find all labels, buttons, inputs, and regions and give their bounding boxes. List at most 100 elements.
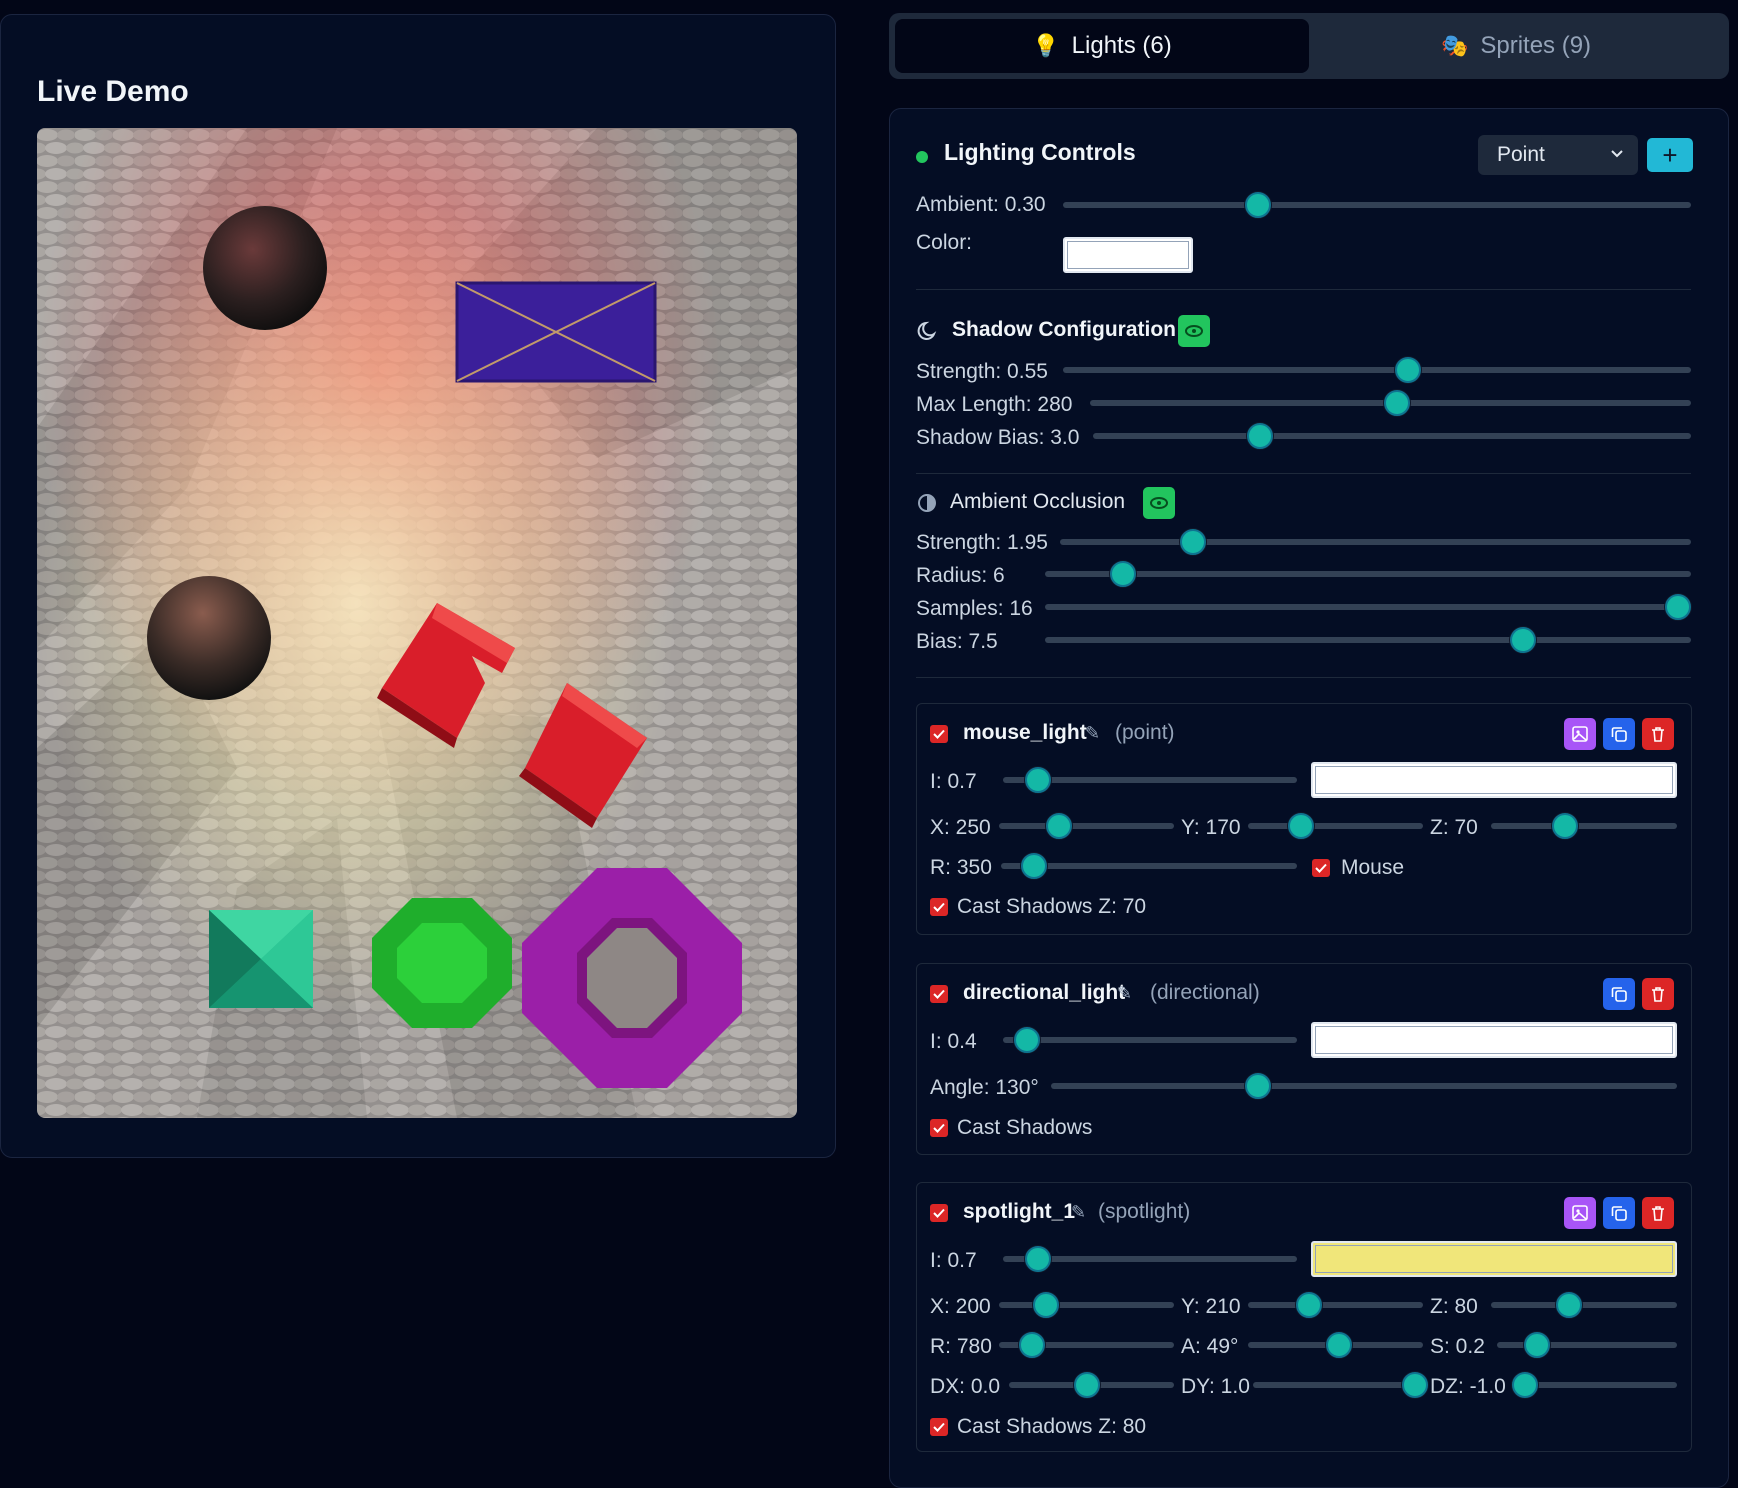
scene-svg	[37, 128, 797, 1118]
mouse-follow-checkbox[interactable]	[1312, 859, 1330, 877]
light-color-picker[interactable]	[1311, 1241, 1677, 1277]
light-enabled-checkbox[interactable]	[930, 985, 948, 1003]
check-icon	[933, 989, 945, 999]
intensity-label: I: 0.4	[930, 1030, 977, 1053]
z-label: Z: 80	[1430, 1295, 1478, 1318]
angle-label: A: 49°	[1181, 1335, 1239, 1358]
z-slider[interactable]	[1491, 1292, 1677, 1318]
sphere-top	[203, 206, 327, 330]
intensity-slider[interactable]	[1003, 1027, 1297, 1053]
delete-button[interactable]	[1642, 1197, 1674, 1229]
angle-slider[interactable]	[1248, 1332, 1423, 1358]
image-button[interactable]	[1564, 1197, 1596, 1229]
z-label: Z: 70	[1430, 816, 1478, 839]
duplicate-button[interactable]	[1603, 1197, 1635, 1229]
light-card-mouse-light: mouse_light ✎ (point) I: 0.7 X: 250 Y: 1…	[916, 703, 1692, 935]
add-light-button[interactable]: +	[1647, 138, 1693, 172]
ao-toggle-button[interactable]	[1143, 487, 1175, 519]
lightbulb-icon: 💡	[1032, 33, 1060, 58]
softness-slider[interactable]	[1497, 1332, 1677, 1358]
dx-slider[interactable]	[1009, 1372, 1174, 1398]
light-color-picker[interactable]	[1311, 762, 1677, 798]
cast-shadows-label: Cast Shadows Z: 70	[957, 895, 1147, 918]
duplicate-button[interactable]	[1603, 718, 1635, 750]
z-slider[interactable]	[1491, 813, 1677, 839]
sphere-left	[147, 576, 271, 700]
copy-icon	[1611, 1206, 1627, 1221]
pencil-icon[interactable]: ✎	[1117, 983, 1132, 1004]
eye-icon	[1185, 325, 1203, 337]
delete-button[interactable]	[1642, 718, 1674, 750]
check-icon	[1315, 863, 1327, 873]
light-type-select[interactable]: Point	[1478, 135, 1638, 175]
shadow-strength-slider[interactable]	[1063, 357, 1691, 383]
intensity-slider[interactable]	[1003, 1246, 1297, 1272]
blue-rectangle	[455, 281, 657, 383]
light-type-select-value: Point	[1497, 143, 1545, 166]
dz-label: DZ: -1.0	[1430, 1375, 1506, 1398]
x-label: X: 250	[930, 816, 991, 839]
light-enabled-checkbox[interactable]	[930, 725, 948, 743]
dy-slider[interactable]	[1253, 1372, 1428, 1398]
pencil-icon[interactable]: ✎	[1071, 1202, 1086, 1223]
shadow-bias-slider[interactable]	[1093, 423, 1691, 449]
ao-radius-label: Radius: 6	[916, 564, 1005, 587]
cast-shadows-label: Cast Shadows Z: 80	[957, 1415, 1147, 1438]
angle-slider[interactable]	[1051, 1073, 1677, 1099]
y-label: Y: 210	[1181, 1295, 1241, 1318]
ao-strength-slider[interactable]	[1060, 529, 1691, 555]
ambient-color-picker[interactable]	[1063, 237, 1193, 273]
cast-shadows-checkbox[interactable]	[930, 1119, 948, 1137]
light-type: (directional)	[1150, 981, 1260, 1004]
y-slider[interactable]	[1248, 1292, 1423, 1318]
radius-label: R: 350	[930, 856, 992, 879]
duplicate-button[interactable]	[1603, 978, 1635, 1010]
intensity-label: I: 0.7	[930, 770, 977, 793]
shadow-strength-label: Strength: 0.55	[916, 360, 1048, 383]
x-slider[interactable]	[999, 813, 1174, 839]
demo-canvas[interactable]	[37, 128, 797, 1118]
ao-radius-slider[interactable]	[1045, 561, 1691, 587]
ao-bias-slider[interactable]	[1045, 627, 1691, 653]
tab-sprites[interactable]: 🎭 Sprites (9)	[1309, 19, 1723, 73]
light-color-picker[interactable]	[1311, 1022, 1677, 1058]
ao-bias-label: Bias: 7.5	[916, 630, 998, 653]
light-name: spotlight_1	[963, 1200, 1076, 1223]
radius-slider[interactable]	[999, 1332, 1174, 1358]
demo-panel: Live Demo	[0, 14, 836, 1158]
mouse-follow-label: Mouse	[1341, 856, 1405, 879]
x-slider[interactable]	[999, 1292, 1174, 1318]
image-button[interactable]	[1564, 718, 1596, 750]
green-octagon-gem	[372, 898, 512, 1028]
divider	[916, 677, 1691, 678]
shadow-max-length-slider[interactable]	[1090, 390, 1691, 416]
y-slider[interactable]	[1248, 813, 1423, 839]
shadow-toggle-button[interactable]	[1178, 315, 1210, 347]
cast-shadows-checkbox[interactable]	[930, 898, 948, 916]
check-icon	[933, 1123, 945, 1133]
dz-slider[interactable]	[1511, 1372, 1677, 1398]
ao-strength-label: Strength: 1.95	[916, 531, 1048, 554]
copy-icon	[1611, 727, 1627, 742]
pencil-icon[interactable]: ✎	[1085, 723, 1100, 744]
trash-icon	[1652, 1206, 1664, 1221]
light-enabled-checkbox[interactable]	[930, 1204, 948, 1222]
delete-button[interactable]	[1642, 978, 1674, 1010]
ambient-slider[interactable]	[1063, 192, 1691, 218]
check-icon	[933, 902, 945, 912]
image-icon	[1572, 1205, 1588, 1221]
intensity-slider[interactable]	[1003, 767, 1297, 793]
cast-shadows-checkbox[interactable]	[930, 1418, 948, 1436]
image-icon	[1572, 726, 1588, 742]
demo-title: Live Demo	[37, 75, 189, 108]
ao-title: Ambient Occlusion	[950, 490, 1126, 513]
eye-icon	[1150, 497, 1168, 509]
copy-icon	[1611, 987, 1627, 1002]
tab-lights[interactable]: 💡 Lights (6)	[895, 19, 1309, 73]
check-icon	[933, 1422, 945, 1432]
shadow-config-title: Shadow Configuration	[952, 318, 1176, 341]
ao-samples-slider[interactable]	[1045, 594, 1692, 620]
plus-icon: +	[1662, 139, 1678, 170]
radius-slider[interactable]	[1001, 853, 1297, 879]
intensity-label: I: 0.7	[930, 1249, 977, 1272]
